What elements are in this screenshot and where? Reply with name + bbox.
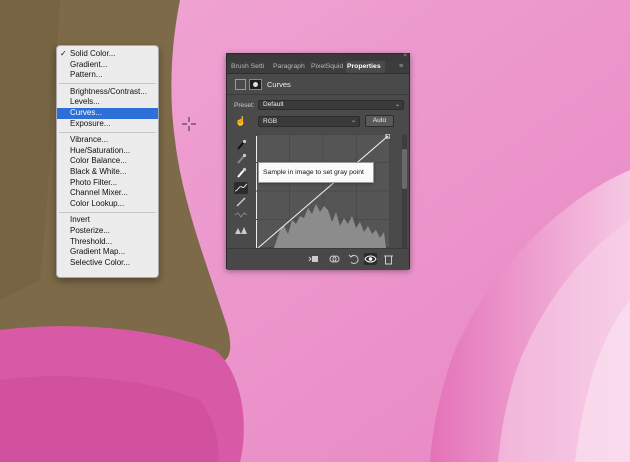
eyedropper-gray-icon[interactable] <box>234 153 248 165</box>
menu-item-hue-saturation[interactable]: Hue/Saturation... <box>57 146 158 157</box>
chevron-down-icon: ⌄ <box>394 102 400 108</box>
chevron-down-icon: ⌄ <box>350 118 356 124</box>
panel-tabs: Brush Setti Paragraph PixelSquid Propert… <box>227 61 409 74</box>
tooltip: Sample in image to set gray point <box>258 162 374 183</box>
menu-item-black-white[interactable]: Black & White... <box>57 167 158 178</box>
reset-icon[interactable] <box>347 253 360 265</box>
auto-button[interactable]: Auto <box>365 115 394 127</box>
menu-item-levels[interactable]: Levels... <box>57 97 158 108</box>
menu-item-pattern[interactable]: Pattern... <box>57 70 158 81</box>
scrollbar-thumb[interactable] <box>402 149 407 189</box>
tab-properties[interactable]: Properties <box>346 61 385 73</box>
panel-titlebar[interactable]: × <box>227 53 409 61</box>
eyedropper-black-icon[interactable] <box>234 139 248 151</box>
panel-footer <box>227 248 409 270</box>
menu-item-curves[interactable]: Curves... <box>57 107 158 119</box>
layer-mask-icon[interactable] <box>249 79 262 90</box>
eyedropper-white-icon[interactable] <box>234 167 248 179</box>
properties-title: Curves <box>267 80 291 89</box>
menu-item-vibrance[interactable]: Vibrance... <box>57 135 158 146</box>
crosshair-cursor-icon <box>182 117 196 131</box>
adjustment-layer-icon <box>235 79 246 90</box>
menu-item-posterize[interactable]: Posterize... <box>57 226 158 237</box>
smooth-icon[interactable] <box>234 209 248 221</box>
view-previous-icon[interactable] <box>328 253 341 265</box>
menu-separator <box>59 211 156 213</box>
menu-separator <box>59 83 156 85</box>
preset-select[interactable]: Default ⌄ <box>258 100 404 110</box>
close-icon[interactable]: × <box>403 53 407 59</box>
menu-item-color-lookup[interactable]: Color Lookup... <box>57 199 158 210</box>
preset-label: Preset: <box>234 102 255 109</box>
menu-item-threshold[interactable]: Threshold... <box>57 237 158 248</box>
pencil-icon[interactable] <box>234 196 248 208</box>
menu-item-photo-filter[interactable]: Photo Filter... <box>57 178 158 189</box>
target-adjust-icon[interactable]: ☝ <box>235 116 246 127</box>
checkmark-icon: ✓ <box>60 49 67 58</box>
tab-pixelsquid[interactable]: PixelSquid <box>310 61 347 73</box>
menu-item-channel-mixer[interactable]: Channel Mixer... <box>57 188 158 199</box>
menu-item-solid-color[interactable]: ✓ Solid Color... <box>57 49 158 60</box>
menu-item-exposure[interactable]: Exposure... <box>57 119 158 130</box>
tab-brush-settings[interactable]: Brush Setti <box>230 61 273 73</box>
menu-item-gradient-map[interactable]: Gradient Map... <box>57 247 158 258</box>
menu-item-color-balance[interactable]: Color Balance... <box>57 156 158 167</box>
curves-graph[interactable] <box>256 134 390 248</box>
curve-points-icon[interactable] <box>234 182 248 194</box>
tab-paragraph[interactable]: Paragraph <box>272 61 311 73</box>
clipping-warning-icon[interactable] <box>234 224 248 236</box>
properties-panel: × Brush Setti Paragraph PixelSquid Prope… <box>226 53 410 270</box>
menu-item-gradient[interactable]: Gradient... <box>57 60 158 71</box>
menu-item-brightness-contrast[interactable]: Brightness/Contrast... <box>57 87 158 98</box>
channel-select[interactable]: RGB ⌄ <box>258 116 360 127</box>
menu-item-selective-color[interactable]: Selective Color... <box>57 258 158 269</box>
panel-menu-icon[interactable]: ≡ <box>399 63 406 71</box>
visibility-eye-icon[interactable] <box>364 253 377 265</box>
menu-item-invert[interactable]: Invert <box>57 215 158 226</box>
trash-icon[interactable] <box>382 253 395 265</box>
properties-header: Curves <box>227 74 409 95</box>
adjustment-layer-menu: ✓ Solid Color... Gradient... Pattern... B… <box>56 45 159 278</box>
menu-separator <box>59 131 156 133</box>
clip-to-layer-icon[interactable] <box>307 253 320 265</box>
